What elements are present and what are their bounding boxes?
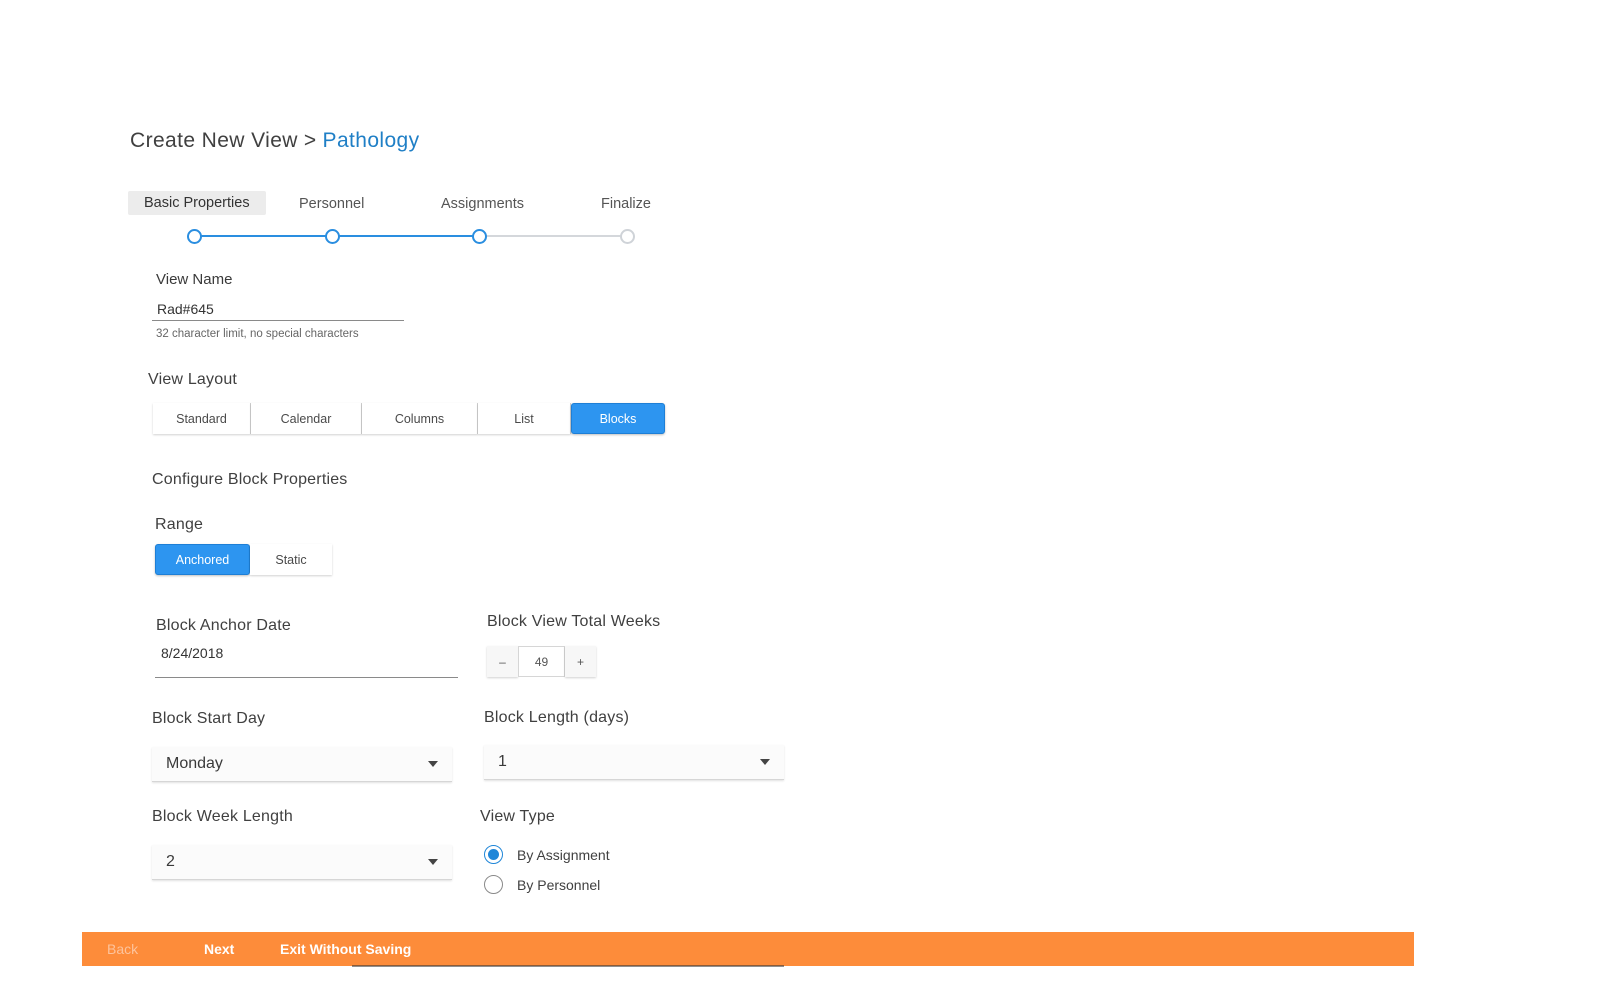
layout-blocks-button[interactable]: Blocks	[571, 403, 665, 434]
anchor-date-label: Block Anchor Date	[156, 617, 292, 634]
chevron-down-icon	[760, 759, 770, 765]
next-button[interactable]: Next	[204, 941, 234, 957]
view-name-label: View Name	[156, 271, 233, 288]
start-day-select[interactable]: Monday	[152, 747, 452, 782]
chevron-down-icon	[428, 859, 438, 865]
block-length-value: 1	[498, 753, 507, 770]
range-anchored-button[interactable]: Anchored	[155, 544, 250, 575]
stepper-line-1	[195, 235, 333, 237]
view-layout-label: View Layout	[148, 371, 238, 388]
page-title: Create New View > Pathology	[130, 129, 420, 153]
view-type-option-assignment[interactable]: By Assignment	[484, 845, 610, 864]
step-personnel[interactable]: Personnel	[299, 196, 364, 212]
radio-by-assignment-label: By Assignment	[517, 846, 610, 863]
layout-columns-button[interactable]: Columns	[362, 403, 478, 434]
view-name-helper: 32 character limit, no special character…	[156, 328, 359, 340]
radio-by-assignment[interactable]	[484, 845, 503, 864]
total-weeks-decrement-button[interactable]: –	[487, 646, 518, 677]
breadcrumb-separator: >	[303, 129, 317, 152]
total-weeks-value[interactable]: 49	[518, 646, 565, 677]
week-length-select[interactable]: 2	[152, 845, 452, 880]
range-segmented: Anchored Static	[155, 544, 332, 575]
configure-block-heading: Configure Block Properties	[152, 471, 348, 488]
footer-divider	[352, 965, 784, 967]
start-day-label: Block Start Day	[152, 710, 266, 727]
block-length-select[interactable]: 1	[484, 745, 784, 780]
anchor-date-underline	[155, 677, 458, 678]
chevron-down-icon	[428, 761, 438, 767]
stepper-line-2	[333, 235, 479, 237]
step-dot-assignments[interactable]	[472, 229, 487, 244]
view-name-input[interactable]	[152, 298, 404, 320]
footer-action-bar: Back Next Exit Without Saving	[82, 932, 1414, 966]
stepper-line-3	[479, 235, 625, 237]
layout-list-button[interactable]: List	[478, 403, 571, 434]
start-day-value: Monday	[166, 755, 223, 772]
view-layout-segmented: Standard Calendar Columns List Blocks	[153, 403, 665, 434]
total-weeks-stepper: – 49 +	[487, 646, 596, 677]
range-label: Range	[155, 516, 204, 533]
view-type-option-personnel[interactable]: By Personnel	[484, 875, 600, 894]
breadcrumb-current[interactable]: Pathology	[323, 129, 420, 152]
layout-standard-button[interactable]: Standard	[153, 403, 251, 434]
radio-by-personnel-label: By Personnel	[517, 876, 601, 893]
step-assignments[interactable]: Assignments	[441, 196, 524, 212]
anchor-date-input[interactable]	[156, 641, 458, 665]
view-type-label: View Type	[480, 808, 556, 825]
layout-calendar-button[interactable]: Calendar	[251, 403, 362, 434]
total-weeks-increment-button[interactable]: +	[565, 646, 596, 677]
step-basic-properties[interactable]: Basic Properties	[128, 191, 266, 215]
week-length-value: 2	[166, 853, 175, 870]
week-length-label: Block Week Length	[152, 808, 293, 825]
radio-by-personnel[interactable]	[484, 875, 503, 894]
view-name-underline	[152, 320, 404, 321]
back-button[interactable]: Back	[107, 941, 138, 957]
block-length-label: Block Length (days)	[484, 709, 630, 726]
step-dot-basic-properties[interactable]	[187, 229, 202, 244]
step-dot-personnel[interactable]	[325, 229, 340, 244]
total-weeks-label: Block View Total Weeks	[487, 613, 661, 630]
step-finalize[interactable]: Finalize	[601, 196, 651, 212]
page-title-text: Create New View	[130, 129, 298, 152]
step-dot-finalize[interactable]	[620, 229, 635, 244]
exit-without-saving-button[interactable]: Exit Without Saving	[280, 941, 411, 957]
range-static-button[interactable]: Static	[250, 544, 332, 575]
